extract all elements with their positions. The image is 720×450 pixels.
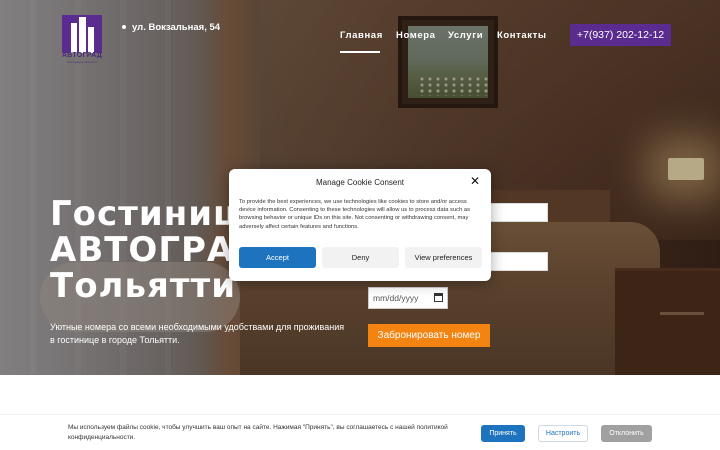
nav-item-rooms[interactable]: Номера — [396, 30, 436, 41]
logo-building-icon — [62, 15, 102, 53]
nav-item-home[interactable]: Главная — [340, 30, 383, 41]
site-logo[interactable]: АВТОГРАД гостиница в Тольятти — [61, 15, 103, 64]
modal-description: To provide the best experiences, we use … — [239, 199, 471, 230]
accept-button[interactable]: Accept — [239, 247, 316, 268]
view-preferences-button[interactable]: View preferences — [405, 247, 482, 268]
address-text: ул. Вокзальная, 54 — [132, 22, 221, 33]
calendar-icon[interactable] — [434, 293, 443, 302]
header-address: ул. Вокзальная, 54 — [122, 22, 220, 33]
page: АВТОГРАД гостиница в Тольятти ул. Вокзал… — [0, 0, 720, 450]
book-room-button[interactable]: Забронировать номер — [368, 324, 490, 347]
cookie-banner: Мы используем файлы cookie, чтобы улучши… — [0, 414, 720, 450]
cookie-reject-button[interactable]: Отклонить — [601, 425, 652, 442]
nav-item-services[interactable]: Услуги — [448, 30, 483, 41]
location-bullet-icon — [122, 25, 126, 30]
deny-button[interactable]: Deny — [322, 247, 399, 268]
close-icon[interactable]: ✕ — [469, 175, 481, 187]
active-nav-indicator — [340, 51, 380, 53]
nav-item-contacts[interactable]: Контакты — [497, 30, 547, 41]
logo-tagline: гостиница в Тольятти — [67, 60, 97, 64]
hero-subtitle: Уютные номера со всеми необходимыми удоб… — [50, 322, 345, 345]
cookie-banner-text: Мы используем файлы cookie, чтобы улучши… — [68, 424, 448, 441]
date-placeholder: mm/dd/yyyy — [373, 293, 419, 303]
cookie-consent-modal: Manage Cookie Consent ✕ To provide the b… — [229, 169, 491, 281]
modal-title: Manage Cookie Consent — [315, 178, 405, 187]
cookie-accept-button[interactable]: Принять — [481, 425, 525, 442]
logo-name: АВТОГРАД — [61, 52, 103, 59]
date-input[interactable]: mm/dd/yyyy — [368, 287, 448, 309]
phone-button[interactable]: +7(937) 202-12-12 — [570, 24, 671, 46]
cookie-settings-button[interactable]: Настроить — [538, 425, 588, 442]
